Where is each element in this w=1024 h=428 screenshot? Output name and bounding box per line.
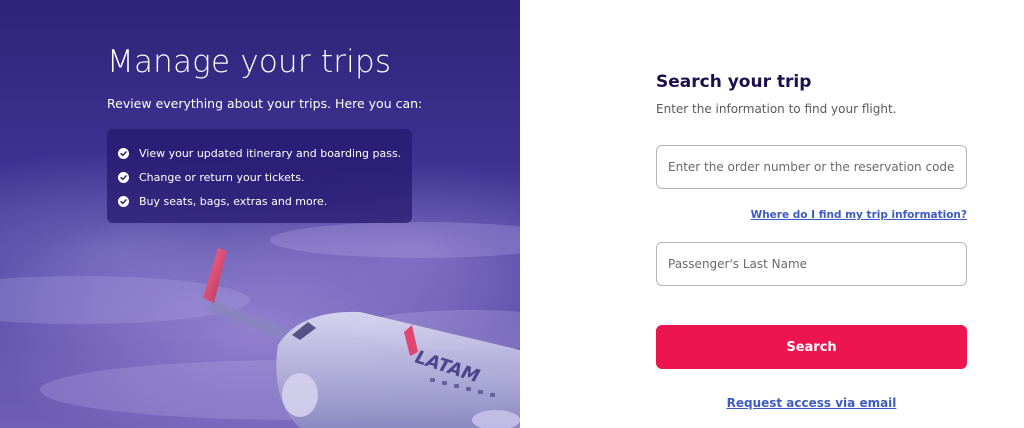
order-number-input[interactable] xyxy=(656,145,967,189)
hero-panel: LATAM Manage your trips Review everythin… xyxy=(0,0,520,428)
hero-subtitle: Review everything about your trips. Here… xyxy=(107,96,423,111)
benefit-label: View your updated itinerary and boarding… xyxy=(139,146,402,160)
form-title: Search your trip xyxy=(656,72,812,92)
search-trip-form: Search your trip Enter the information t… xyxy=(520,0,1024,428)
trip-info-help-link[interactable]: Where do I find my trip information? xyxy=(751,209,967,221)
check-circle-icon xyxy=(118,147,129,159)
check-circle-icon xyxy=(118,195,129,207)
check-circle-icon xyxy=(118,171,129,183)
benefits-list: View your updated itinerary and boarding… xyxy=(107,129,412,223)
search-button[interactable]: Search xyxy=(656,325,967,369)
benefit-item-itinerary: View your updated itinerary and boarding… xyxy=(118,141,412,165)
benefit-item-extras: Buy seats, bags, extras and more. xyxy=(118,189,412,213)
last-name-input[interactable] xyxy=(656,242,967,286)
benefit-item-change-tickets: Change or return your tickets. xyxy=(118,165,412,189)
page: LATAM Manage your trips Review everythin… xyxy=(0,0,1024,428)
benefit-label: Buy seats, bags, extras and more. xyxy=(139,194,328,208)
form-subtitle: Enter the information to find your fligh… xyxy=(656,102,897,116)
hero-title: Manage your trips xyxy=(107,44,392,80)
request-email-access-link[interactable]: Request access via email xyxy=(656,396,967,410)
benefit-label: Change or return your tickets. xyxy=(139,170,305,184)
